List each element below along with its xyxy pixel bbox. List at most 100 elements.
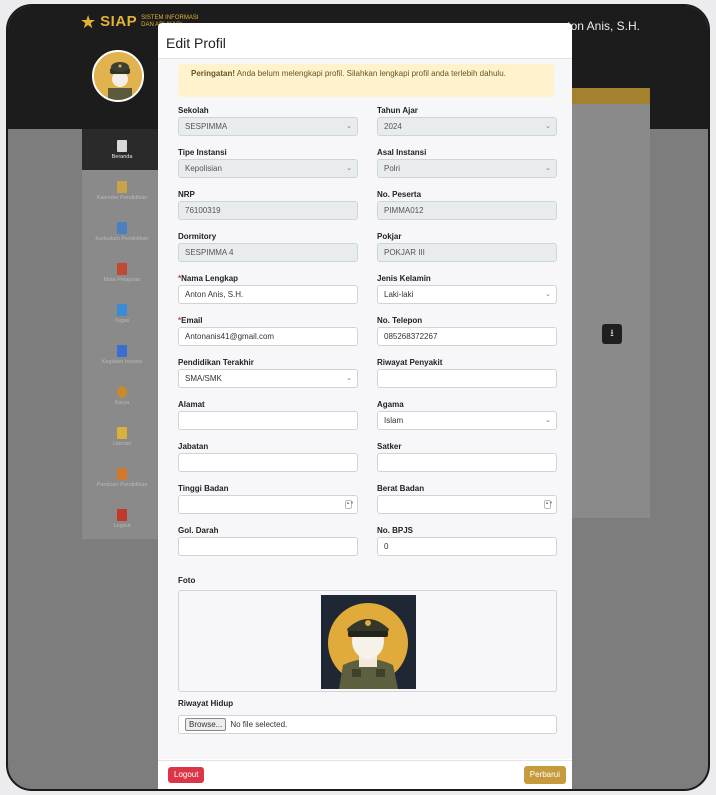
riwayat-hidup-label: Riwayat Hidup xyxy=(178,699,234,708)
berat-badan-field: Berat Badan ▲▼ xyxy=(377,484,557,514)
browse-button[interactable]: Browse... xyxy=(185,718,227,731)
chevron-down-icon: ⌄ xyxy=(346,165,352,172)
tipe-instansi-select[interactable]: Kepolisian ⌄ xyxy=(178,159,358,178)
no-peserta-input[interactable]: PIMMA012 xyxy=(377,201,557,220)
spinner-icon[interactable]: ▲▼ xyxy=(345,500,354,509)
riwayat-hidup-file-input[interactable]: Browse... No file selected. xyxy=(178,715,557,734)
nama-lengkap-input[interactable]: Anton Anis, S.H. xyxy=(178,285,358,304)
star-icon: ★ xyxy=(80,11,97,32)
asal-instansi-value: Polri xyxy=(384,164,401,173)
content-header-bar xyxy=(560,88,650,104)
foto-preview xyxy=(178,590,557,692)
satker-field: Satker xyxy=(377,442,557,472)
sidebar-item-logout[interactable]: Logout xyxy=(82,498,162,539)
gol-darah-label: Gol. Darah xyxy=(178,526,219,535)
content-panel xyxy=(560,104,650,518)
jenis-kelamin-value: Laki-laki xyxy=(384,290,414,299)
palette-icon xyxy=(117,385,127,398)
modal-body: Peringatan! Anda belum melengkapi profil… xyxy=(158,59,572,759)
sidebar-item-label: Kalender Pendidikan xyxy=(96,194,148,201)
no-peserta-field: No. Peserta PIMMA012 xyxy=(377,190,557,220)
pokjar-input[interactable]: POKJAR III xyxy=(377,243,557,262)
sidebar-item-panduan[interactable]: Panduan Pendidikan xyxy=(82,457,162,498)
asal-instansi-select[interactable]: Polri ⌄ xyxy=(377,159,557,178)
modal-header: Edit Profil xyxy=(158,23,572,59)
email-label-text: Email xyxy=(181,316,203,325)
jabatan-input[interactable] xyxy=(178,453,358,472)
email-label: *Email xyxy=(178,316,358,327)
sidebar-item-mata-pelajaran[interactable]: Mata Pelajaran xyxy=(82,252,162,293)
pendidikan-value: SMA/SMK xyxy=(185,374,222,383)
user-name[interactable]: nton Anis, S.H. xyxy=(561,19,640,33)
gol-darah-input[interactable] xyxy=(178,537,358,556)
modal-footer: Logout Perbarui xyxy=(158,760,572,789)
jabatan-field: Jabatan xyxy=(178,442,358,472)
asal-instansi-label: Asal Instansi xyxy=(377,148,427,157)
riwayat-penyakit-label: Riwayat Penyakit xyxy=(377,358,443,367)
chevron-down-icon: ⌄ xyxy=(545,123,551,130)
sekolah-value: SESPIMMA xyxy=(185,122,228,131)
no-peserta-label: No. Peserta xyxy=(377,190,422,199)
telepon-input[interactable]: 085268372267 xyxy=(377,327,557,346)
sekolah-select[interactable]: SESPIMMA ⌄ xyxy=(178,117,358,136)
agama-label: Agama xyxy=(377,400,404,409)
dormitory-field: Dormitory SESPIMMA 4 xyxy=(178,232,358,262)
sidebar-item-beranda[interactable]: Beranda xyxy=(82,129,162,170)
police-officer-icon xyxy=(94,52,142,100)
sidebar-item-label: Mata Pelajaran xyxy=(103,276,141,283)
foto-label: Foto xyxy=(178,576,196,585)
sidebar-item-kalender[interactable]: Kalender Pendidikan xyxy=(82,170,162,211)
berat-badan-input[interactable]: ▲▼ xyxy=(377,495,557,514)
chevron-down-icon: ⌄ xyxy=(545,417,551,424)
bpjs-label: No. BPJS xyxy=(377,526,414,535)
bpjs-input[interactable]: 0 xyxy=(377,537,557,556)
alamat-input[interactable] xyxy=(178,411,358,430)
sidebar-item-label: Panduan Pendidikan xyxy=(96,481,148,488)
agama-select[interactable]: Islam ⌄ xyxy=(377,411,557,430)
sidebar-item-karya[interactable]: Karya xyxy=(82,375,162,416)
pendidikan-select[interactable]: SMA/SMK ⌄ xyxy=(178,369,358,388)
home-icon xyxy=(117,139,127,152)
perbarui-button[interactable]: Perbarui xyxy=(523,766,566,784)
sidebar-item-kegiatan-inovasi[interactable]: Kegiatan Inovasi xyxy=(82,334,162,375)
satker-input[interactable] xyxy=(377,453,557,472)
spinner-icon[interactable]: ▲▼ xyxy=(544,500,553,509)
profile-photo xyxy=(321,595,416,689)
berat-badan-label: Berat Badan xyxy=(377,484,425,493)
tinggi-badan-input[interactable]: ▲▼ xyxy=(178,495,358,514)
telepon-label: No. Telepon xyxy=(377,316,423,325)
sidebar-item-kurikulum[interactable]: Kurikulum Pendidikan xyxy=(82,211,162,252)
bpjs-field: No. BPJS 0 xyxy=(377,526,557,556)
tahun-ajar-label: Tahun Ajar xyxy=(377,106,418,115)
jenis-kelamin-select[interactable]: Laki-laki ⌄ xyxy=(377,285,557,304)
tahun-ajar-select[interactable]: 2024 ⌄ xyxy=(377,117,557,136)
warning-alert: Peringatan! Anda belum melengkapi profil… xyxy=(178,64,554,97)
avatar[interactable] xyxy=(92,50,144,102)
riwayat-penyakit-input[interactable] xyxy=(377,369,557,388)
logout-button[interactable]: Logout xyxy=(168,767,205,783)
sidebar: Beranda Kalender Pendidikan Kurikulum Pe… xyxy=(82,129,162,539)
download-icon[interactable]: ⭳ xyxy=(602,324,622,344)
asal-instansi-field: Asal Instansi Polri ⌄ xyxy=(377,148,557,178)
nama-lengkap-field: *Nama Lengkap Anton Anis, S.H. xyxy=(178,274,358,304)
tipe-instansi-label: Tipe Instansi xyxy=(178,148,227,157)
device-frame: ★ SIAP SISTEM INFORMASI DAN APLIKASI nto… xyxy=(6,4,710,791)
book-red-icon xyxy=(117,262,127,275)
riwayat-penyakit-field: Riwayat Penyakit xyxy=(377,358,557,388)
dormitory-input[interactable]: SESPIMMA 4 xyxy=(178,243,358,262)
calendar-icon xyxy=(117,180,127,193)
sidebar-item-literasi[interactable]: Literasi xyxy=(82,416,162,457)
pendidikan-field: Pendidikan Terakhir SMA/SMK ⌄ xyxy=(178,358,358,388)
clipboard-icon xyxy=(117,426,127,439)
nama-lengkap-label: *Nama Lengkap xyxy=(178,274,358,285)
sekolah-field: Sekolah SESPIMMA ⌄ xyxy=(178,106,358,136)
email-field: *Email Antonanis41@gmail.com xyxy=(178,316,358,346)
agama-field: Agama Islam ⌄ xyxy=(377,400,557,430)
telepon-field: No. Telepon 085268372267 xyxy=(377,316,557,346)
alert-text: Anda belum melengkapi profil. Silahkan l… xyxy=(235,69,506,78)
book-icon xyxy=(117,221,127,234)
nrp-input[interactable]: 76100319 xyxy=(178,201,358,220)
email-input[interactable]: Antonanis41@gmail.com xyxy=(178,327,358,346)
police-officer-icon xyxy=(321,595,416,689)
sidebar-item-tugas[interactable]: Tugas xyxy=(82,293,162,334)
